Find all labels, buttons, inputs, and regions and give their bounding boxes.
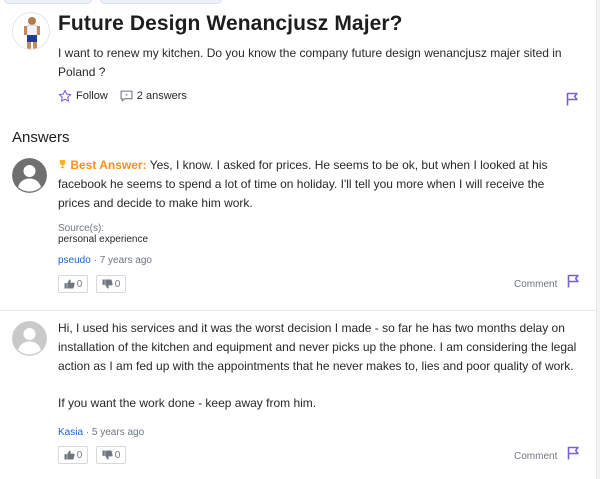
vote-buttons: 0 0 — [58, 446, 134, 464]
question-title: Future Design Wenancjusz Majer? — [58, 12, 403, 35]
author-link[interactable]: Kasia — [58, 427, 83, 438]
answers-count-button[interactable]: 2 answers — [120, 90, 187, 102]
top-tab[interactable] — [4, 0, 92, 4]
star-outline-icon — [58, 89, 72, 102]
answer-paragraph: Hi, I used his services and it was the w… — [58, 321, 577, 373]
answer-time: 7 years ago — [99, 255, 152, 266]
question-actions: Follow 2 answers — [58, 88, 199, 104]
thumbs-down-count: 0 — [114, 449, 121, 461]
answer-paragraph: If you want the work done - keep away fr… — [58, 396, 317, 410]
question-card: Future Design Wenancjusz Majer? I want t… — [0, 6, 600, 118]
report-flag-icon[interactable] — [566, 92, 579, 111]
answer-item: Hi, I used his services and it was the w… — [0, 310, 596, 475]
thumbs-up-icon — [64, 450, 75, 460]
thumbs-down-count: 0 — [114, 278, 121, 290]
author-link[interactable]: pseudo — [58, 255, 91, 266]
thumbs-up-count: 0 — [76, 449, 83, 461]
thumbs-down-button[interactable]: 0 — [96, 275, 126, 293]
speech-bubble-icon — [120, 90, 133, 102]
trophy-icon — [58, 158, 70, 172]
best-answer-label: Best Answer: — [70, 158, 147, 172]
answer-meta: pseudo · 7 years ago — [58, 255, 152, 266]
source-value: personal experience — [58, 234, 149, 245]
thumbs-up-icon — [64, 279, 75, 289]
source-label: Source(s): — [58, 223, 105, 234]
follow-label: Follow — [76, 90, 108, 102]
top-tab[interactable] — [100, 0, 222, 4]
thumbs-up-count: 0 — [76, 278, 83, 290]
thumbs-down-icon — [102, 450, 113, 460]
thumbs-up-button[interactable]: 0 — [58, 446, 88, 464]
comment-button[interactable]: Comment — [514, 279, 557, 290]
scrollbar-track[interactable] — [596, 0, 600, 479]
thumbs-down-button[interactable]: 0 — [96, 446, 126, 464]
follow-button[interactable]: Follow — [58, 89, 108, 103]
report-flag-icon[interactable] — [567, 446, 580, 465]
answerer-avatar[interactable] — [12, 158, 47, 193]
answerer-avatar[interactable] — [12, 321, 47, 356]
question-body: I want to renew my kitchen. Do you know … — [58, 46, 562, 79]
thumbs-down-icon — [102, 279, 113, 289]
comment-button[interactable]: Comment — [514, 451, 557, 462]
answers-count-label: 2 answers — [136, 90, 187, 102]
answer-item: Best Answer: Yes, I know. I asked for pr… — [0, 152, 596, 309]
thumbs-up-button[interactable]: 0 — [58, 275, 88, 293]
best-answer-text: Best Answer: Yes, I know. I asked for pr… — [58, 156, 578, 213]
answers-heading: Answers — [12, 129, 70, 146]
asker-avatar[interactable] — [12, 12, 50, 50]
answer-text: Hi, I used his services and it was the w… — [58, 319, 578, 413]
answer-time: 5 years ago — [91, 427, 145, 438]
report-flag-icon[interactable] — [567, 274, 580, 293]
answer-meta: Kasia · 5 years ago — [58, 427, 144, 438]
vote-buttons: 0 0 — [58, 275, 134, 293]
